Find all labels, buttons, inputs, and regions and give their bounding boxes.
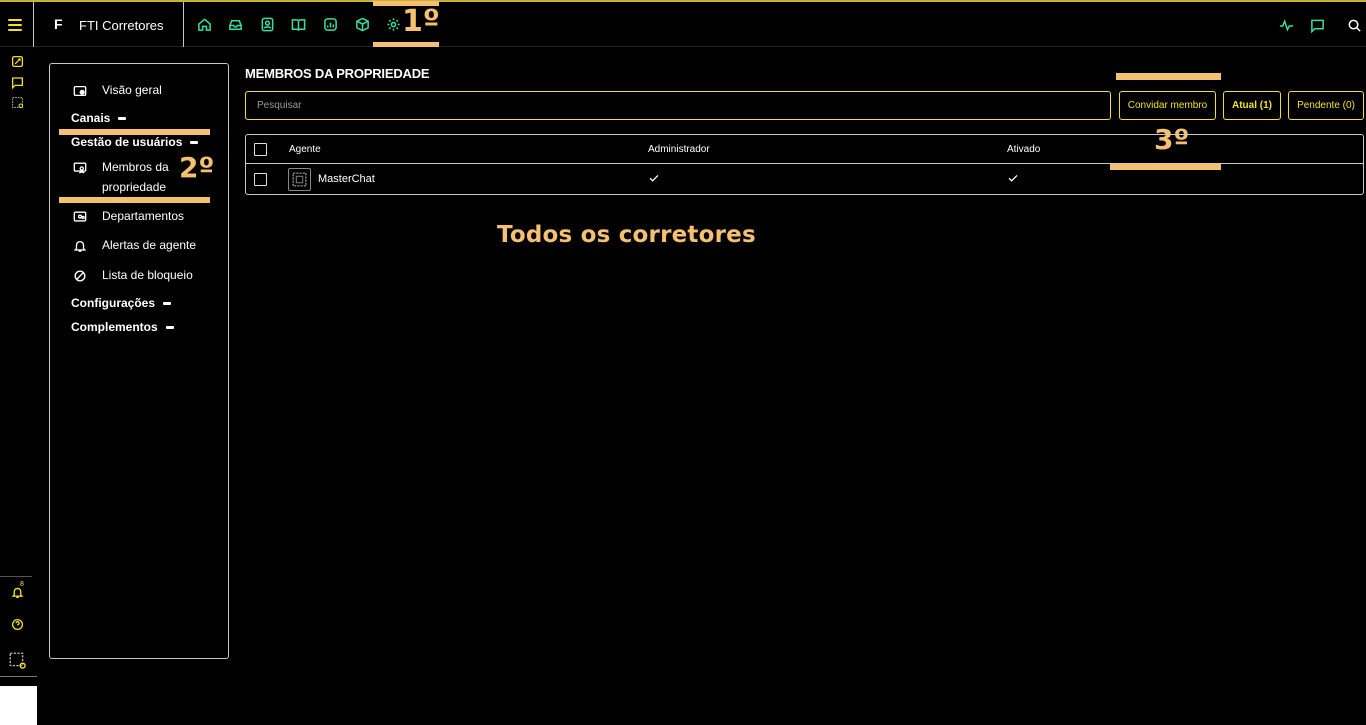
annotation-step-1: 1º bbox=[402, 4, 440, 39]
divider bbox=[33, 2, 34, 47]
annotation-bar bbox=[1110, 164, 1221, 170]
sidebar-item-overview[interactable]: Visão geral bbox=[72, 83, 162, 98]
sidebar-item-label: Visão geral bbox=[102, 83, 162, 97]
column-header-admin[interactable]: Administrador bbox=[648, 144, 710, 155]
column-header-enabled[interactable]: Ativado bbox=[1007, 144, 1040, 155]
column-header-agent[interactable]: Agente bbox=[289, 144, 321, 155]
divider bbox=[0, 576, 32, 577]
menu-icon[interactable] bbox=[8, 16, 28, 34]
annotation-bar bbox=[373, 42, 439, 47]
table-header: Agente Administrador Ativado bbox=[246, 135, 1363, 164]
collapse-icon bbox=[163, 301, 172, 305]
chat-icon[interactable] bbox=[9, 74, 25, 90]
puzzle-icon[interactable] bbox=[9, 94, 25, 110]
reports-icon[interactable] bbox=[321, 15, 339, 33]
annotation-caption: Todos os corretores bbox=[497, 222, 756, 248]
bell-icon bbox=[72, 238, 87, 253]
invite-member-button[interactable]: Convidar membro bbox=[1119, 91, 1216, 120]
contacts-icon[interactable] bbox=[258, 15, 276, 33]
collapse-icon bbox=[165, 325, 174, 329]
avatar bbox=[288, 168, 311, 191]
top-bar: F FTI Corretores bbox=[0, 0, 1366, 47]
notification-count: 8 bbox=[20, 581, 24, 588]
property-name[interactable]: FTI Corretores bbox=[79, 18, 164, 33]
section-user-management[interactable]: Gestão de usuários bbox=[71, 135, 199, 149]
sidebar-item-label: Membros da propriedade bbox=[102, 160, 169, 194]
sidebar-item-departments[interactable]: Departamentos bbox=[72, 209, 184, 224]
select-all-checkbox[interactable] bbox=[254, 143, 267, 156]
sidebar-item-label: Alertas de agente bbox=[102, 238, 197, 252]
enabled-check-icon bbox=[1008, 174, 1018, 182]
agent-name[interactable]: MasterChat bbox=[318, 173, 375, 185]
box-icon[interactable] bbox=[353, 15, 371, 33]
brand-logo: F bbox=[54, 16, 63, 32]
departments-icon bbox=[72, 209, 87, 224]
section-channels[interactable]: Canais bbox=[71, 111, 127, 125]
search-input[interactable] bbox=[245, 91, 1111, 120]
sidebar-item-label: Departamentos bbox=[102, 209, 185, 223]
page-title: MEMBROS DA PROPRIEDADE bbox=[245, 66, 430, 81]
annotation-bar bbox=[59, 129, 210, 135]
block-icon bbox=[72, 268, 87, 283]
annotation-step-2: 2º bbox=[179, 151, 215, 184]
divider bbox=[183, 2, 184, 47]
section-label: Canais bbox=[71, 111, 111, 125]
overview-icon bbox=[72, 83, 87, 98]
sidebar-item-property-members[interactable]: Membros da propriedade bbox=[72, 160, 172, 197]
puzzle-icon[interactable] bbox=[7, 650, 27, 670]
annotation-step-3: 3º bbox=[1154, 123, 1190, 156]
row-checkbox[interactable] bbox=[254, 173, 267, 186]
collapse-icon bbox=[190, 140, 199, 144]
annotation-bar bbox=[1116, 73, 1221, 80]
settings-icon[interactable] bbox=[384, 15, 402, 33]
sidebar-item-agent-alerts[interactable]: Alertas de agente bbox=[72, 238, 196, 253]
section-addons[interactable]: Complementos bbox=[71, 320, 174, 334]
section-label: Complementos bbox=[71, 320, 158, 334]
sidebar-item-label: Lista de bloqueio bbox=[102, 268, 193, 282]
section-label: Gestão de usuários bbox=[71, 135, 183, 149]
sidebar-item-blocklist[interactable]: Lista de bloqueio bbox=[72, 268, 193, 283]
annotation-bar bbox=[59, 197, 210, 203]
book-icon[interactable] bbox=[289, 15, 307, 33]
section-label: Configurações bbox=[71, 296, 156, 310]
tab-pending[interactable]: Pendente (0) bbox=[1288, 91, 1364, 120]
search-icon[interactable] bbox=[1345, 16, 1363, 34]
section-settings[interactable]: Configurações bbox=[71, 296, 172, 310]
inbox-icon[interactable] bbox=[226, 15, 244, 33]
rail-footer-block bbox=[0, 686, 37, 725]
activity-icon[interactable] bbox=[1277, 16, 1295, 34]
rail-footer bbox=[0, 676, 37, 686]
home-icon[interactable] bbox=[195, 15, 213, 33]
help-icon[interactable] bbox=[9, 616, 25, 632]
collapse-icon bbox=[118, 116, 127, 120]
members-icon bbox=[72, 160, 87, 175]
edit-card-icon[interactable] bbox=[9, 53, 25, 69]
admin-check-icon bbox=[649, 174, 659, 182]
chat-icon[interactable] bbox=[1308, 16, 1326, 34]
tab-current[interactable]: Atual (1) bbox=[1223, 91, 1281, 120]
